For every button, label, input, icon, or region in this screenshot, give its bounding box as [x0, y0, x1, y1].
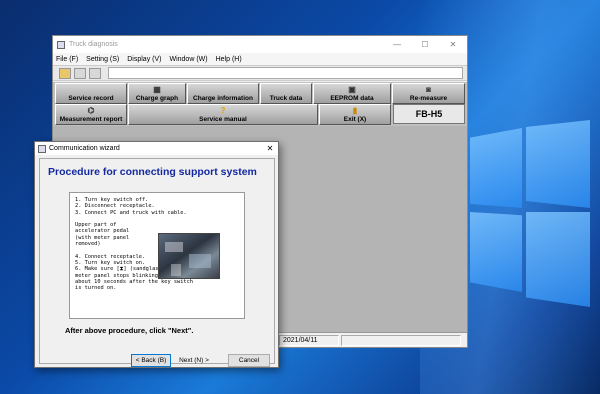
maximize-button[interactable]: ☐: [411, 40, 439, 49]
app-titlebar: Truck diagnosis — ☐ ✕: [53, 36, 467, 53]
menu-display[interactable]: Display (V): [127, 56, 161, 63]
charge-information-button[interactable]: Charge information: [187, 83, 259, 104]
record-icon: [56, 85, 126, 94]
status-cell-empty: [341, 335, 461, 346]
after-procedure-text: After above procedure, click "Next".: [65, 326, 194, 335]
model-label: FB-H5: [393, 104, 465, 124]
wizard-title: Communication wizard: [49, 145, 120, 152]
windows-logo: [470, 120, 590, 310]
service-record-button[interactable]: Service record: [55, 83, 127, 104]
close-button[interactable]: ✕: [439, 40, 467, 49]
print-icon[interactable]: [89, 67, 101, 79]
toolbar-field: [108, 67, 463, 79]
report-icon: ⌬: [87, 106, 95, 115]
wizard-titlebar: Communication wizard ✕: [35, 142, 278, 155]
exit-button[interactable]: ▮ Exit (X): [319, 104, 391, 125]
app-title: Truck diagnosis: [69, 41, 118, 48]
menu-window[interactable]: Window (W): [169, 56, 207, 63]
eeprom-data-button[interactable]: ▣ EEPROM data: [313, 83, 391, 104]
menu-setting[interactable]: Setting (S): [86, 56, 119, 63]
function-button-panel: Service record ▦ Charge graph Charge inf…: [53, 82, 467, 126]
folder-icon[interactable]: [59, 67, 71, 79]
wizard-heading: Procedure for connecting support system: [48, 166, 257, 178]
measurement-report-button[interactable]: ⌬ Measurement report: [55, 104, 127, 125]
info-icon: [188, 85, 258, 94]
app-icon: [57, 40, 65, 49]
service-manual-button[interactable]: ? Service manual: [128, 104, 318, 125]
minimize-button[interactable]: —: [383, 40, 411, 49]
save-icon[interactable]: [74, 67, 86, 79]
step-line: is turned on.: [75, 285, 117, 292]
next-button[interactable]: Next (N) >: [173, 354, 215, 367]
communication-wizard-dialog: Communication wizard ✕ Procedure for con…: [34, 141, 279, 368]
exit-icon: ▮: [352, 106, 358, 115]
wizard-body: Procedure for connecting support system …: [39, 158, 275, 367]
wizard-app-icon: [38, 144, 46, 153]
menu-help[interactable]: Help (H): [216, 56, 242, 63]
manual-icon: ?: [220, 106, 226, 115]
menu-bar: File (F) Setting (S) Display (V) Window …: [53, 53, 467, 65]
procedure-box: 1. Turn key switch off. 2. Disconnect re…: [69, 192, 245, 319]
truck-icon: [261, 85, 311, 94]
menu-file[interactable]: File (F): [56, 56, 78, 63]
status-date: 2021/04/11: [279, 335, 339, 346]
cancel-button[interactable]: Cancel: [228, 354, 270, 367]
toolbar: [53, 65, 467, 81]
graph-icon: ▦: [153, 85, 161, 94]
accelerator-pedal-photo: [158, 233, 220, 279]
re-measure-button[interactable]: ◙ Re-measure: [392, 83, 465, 104]
wizard-close-button[interactable]: ✕: [262, 144, 278, 153]
measure-icon: ◙: [426, 85, 431, 94]
chip-icon: ▣: [348, 85, 356, 94]
truck-data-button[interactable]: Truck data: [260, 83, 312, 104]
back-button[interactable]: < Back (B): [131, 354, 171, 367]
charge-graph-button[interactable]: ▦ Charge graph: [128, 83, 186, 104]
